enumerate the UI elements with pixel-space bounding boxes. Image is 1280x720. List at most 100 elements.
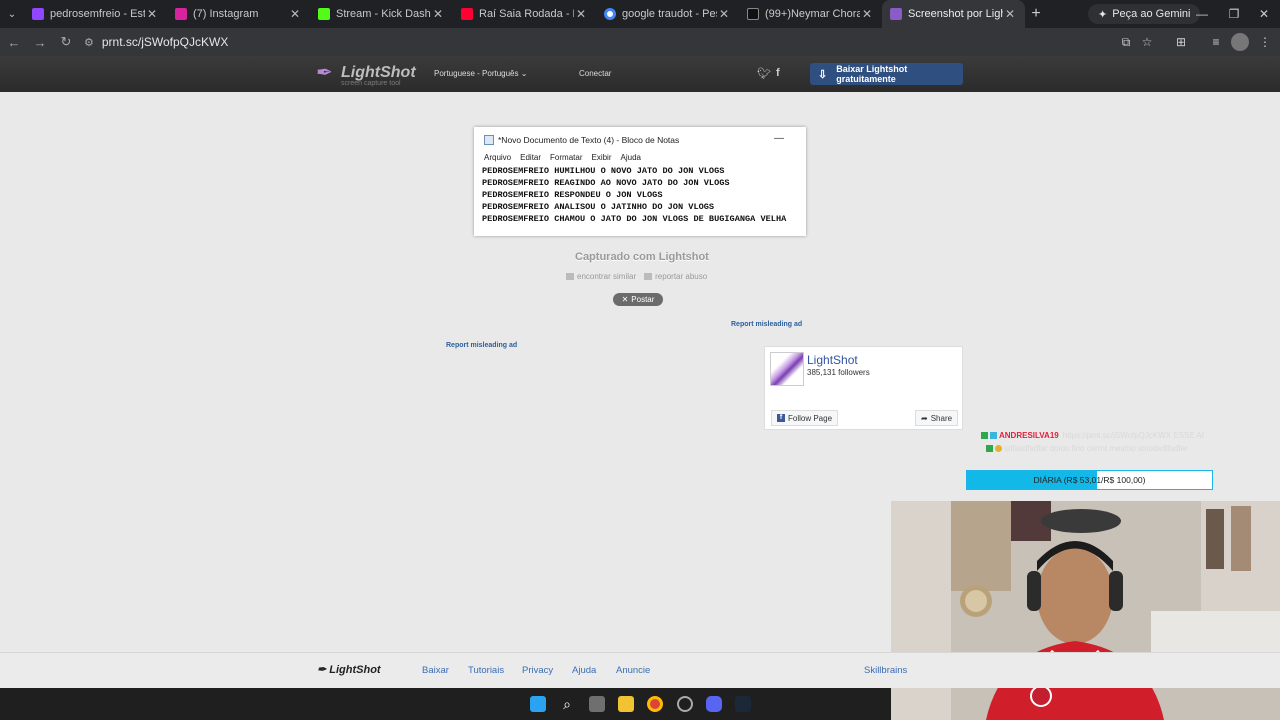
report-abuse-link[interactable]: reportar abuso: [644, 272, 707, 281]
tab-youtube[interactable]: Raí Saia Rodada - Lady Lau ✕: [453, 0, 596, 28]
text-line: PEDROSEMFREIO CHAMOU O JATO DO JON VLOGS…: [482, 214, 787, 224]
footer-link-tutorials[interactable]: Tutoriais: [468, 665, 504, 676]
badge-icon: [990, 432, 997, 439]
close-icon[interactable]: ✕: [288, 7, 302, 21]
close-icon[interactable]: ✕: [860, 7, 874, 21]
chevron-down-icon: ⌄: [520, 69, 528, 78]
login-link[interactable]: Conectar: [579, 69, 611, 78]
lightshot-icon: [890, 8, 902, 20]
notepad-icon: [484, 135, 494, 145]
task-view-icon[interactable]: [589, 696, 605, 712]
notepad-menu: Arquivo Editar Formatar Exibir Ajuda: [484, 153, 641, 162]
minimize-icon[interactable]: —: [1186, 0, 1218, 28]
tab-title: Raí Saia Rodada - Lady Lau: [479, 8, 574, 20]
twitter-icon[interactable]: 🐦︎: [757, 67, 771, 80]
follow-page-button[interactable]: f Follow Page: [771, 410, 839, 426]
minimize-icon: —: [774, 133, 784, 144]
menu-kebab-icon[interactable]: ⋮: [1256, 33, 1274, 51]
report-ad-link[interactable]: Report misleading ad: [446, 342, 517, 349]
youtube-icon: [461, 8, 473, 20]
search-icon[interactable]: ⌕: [559, 696, 575, 712]
report-ad-link[interactable]: Report misleading ad: [731, 321, 802, 328]
find-similar-link[interactable]: encontrar similar: [566, 272, 636, 281]
tab-search-icon[interactable]: ⌄: [0, 0, 24, 28]
share-button[interactable]: ➦ Share: [915, 410, 959, 426]
chat-message: sdfasdfsdfar doido fino carrnt mesmo stn…: [986, 444, 1188, 453]
text-line: PEDROSEMFREIO HUMILHOU O NOVO JATO DO JO…: [482, 166, 725, 176]
notepad-text: PEDROSEMFREIO HUMILHOU O NOVO JATO DO JO…: [482, 165, 786, 225]
close-icon[interactable]: ✕: [431, 7, 445, 21]
cast-icon[interactable]: ⧉: [1117, 33, 1135, 51]
reading-list-icon[interactable]: ≡: [1207, 33, 1225, 51]
footer-logo[interactable]: ✒ LightShot: [317, 663, 381, 676]
discord-icon[interactable]: [706, 696, 722, 712]
file-explorer-icon[interactable]: [618, 696, 634, 712]
facebook-icon[interactable]: f: [776, 67, 780, 79]
follower-count: 385,131 followers: [807, 368, 870, 377]
browser-toolbar: ← → ↻ ⚙ prnt.sc/jSWofpQJcKWX ⧉ ☆ ⊞ ≡ ⋮: [0, 28, 1280, 56]
footer-link-help[interactable]: Ajuda: [572, 665, 596, 676]
address-bar[interactable]: ⚙ prnt.sc/jSWofpQJcKWX: [84, 31, 1164, 53]
find-similar-label: encontrar similar: [577, 272, 637, 281]
back-icon[interactable]: ←: [2, 30, 26, 54]
page-name[interactable]: LightShot: [807, 353, 858, 367]
steam-icon[interactable]: [735, 696, 751, 712]
menu-item: Arquivo: [484, 153, 512, 162]
tab-kick[interactable]: Stream - Kick Dashboard ✕: [310, 0, 453, 28]
chat-text: https://prnt.sc/jSWofpQJcKWX ESSE AÍ: [1062, 431, 1204, 440]
menu-item: Formatar: [550, 153, 583, 162]
lightshot-logo[interactable]: ✒ LightShot screen capture tool: [316, 62, 416, 87]
kick-icon: [318, 8, 330, 20]
restore-icon[interactable]: ❐: [1218, 0, 1250, 28]
tiktok-icon: [747, 8, 759, 20]
twitch-icon: [32, 8, 44, 20]
text-line: PEDROSEMFREIO RESPONDEU O JON VLOGS: [482, 190, 663, 200]
badge-icon: [981, 432, 988, 439]
extensions-icon[interactable]: ⊞: [1172, 33, 1190, 51]
tab-tiktok[interactable]: (99+)Neymar Chorando no ✕: [739, 0, 882, 28]
tab-title: (99+)Neymar Chorando no: [765, 8, 860, 20]
tab-google[interactable]: google traudot - Pesquisa G ✕: [596, 0, 739, 28]
close-icon[interactable]: ✕: [574, 7, 588, 21]
footer-link-download[interactable]: Baixar: [422, 665, 449, 676]
page-avatar[interactable]: [770, 352, 804, 386]
facebook-icon: f: [777, 414, 785, 422]
chat-message: ANDRESILVA19 https://prnt.sc/jSWofpQJcKW…: [981, 431, 1204, 440]
skillbrains-link[interactable]: Skillbrains: [864, 665, 907, 676]
chat-text: sdfasdfsdfar doido fino carrnt mesmo stn…: [1004, 444, 1188, 453]
footer-link-advertise[interactable]: Anuncie: [616, 665, 650, 676]
download-icon: ⇩: [818, 68, 828, 81]
close-icon[interactable]: ✕: [145, 7, 159, 21]
x-icon: ✕: [621, 295, 629, 304]
site-info-icon[interactable]: ⚙: [84, 36, 94, 49]
chrome-icon[interactable]: [647, 696, 663, 712]
post-button[interactable]: ✕ Postar: [613, 293, 663, 306]
close-icon[interactable]: ✕: [1003, 7, 1017, 21]
report-abuse-label: reportar abuso: [655, 272, 708, 281]
windows-start-icon[interactable]: [530, 696, 546, 712]
new-tab-button[interactable]: +: [1025, 5, 1047, 23]
profile-avatar[interactable]: [1231, 33, 1249, 51]
close-icon[interactable]: ✕: [717, 7, 731, 21]
tab-instagram[interactable]: (7) Instagram ✕: [167, 0, 310, 28]
language-select[interactable]: Portuguese - Português ⌄: [434, 69, 527, 78]
gemini-button[interactable]: ✦ Peça ao Gemini: [1088, 4, 1201, 24]
share-icon: ➦: [921, 413, 928, 423]
menu-item: Editar: [520, 153, 542, 162]
post-label: Postar: [631, 295, 655, 304]
footer-logo-text: LightShot: [329, 664, 381, 676]
obs-icon[interactable]: [677, 696, 693, 712]
tab-title: pedrosemfreio - Estúdio de: [50, 8, 145, 20]
tab-twitch[interactable]: pedrosemfreio - Estúdio de ✕: [24, 0, 167, 28]
chat-username: ANDRESILVA19: [999, 431, 1059, 440]
window-close-icon[interactable]: ✕: [1248, 0, 1280, 28]
reload-icon[interactable]: ↻: [54, 30, 78, 54]
menu-item: Exibir: [591, 153, 612, 162]
forward-icon[interactable]: →: [28, 30, 52, 54]
text-line: PEDROSEMFREIO REAGINDO AO NOVO JATO DO J…: [482, 178, 730, 188]
gemini-label: Peça ao Gemini: [1112, 8, 1191, 20]
footer-link-privacy[interactable]: Privacy: [522, 665, 553, 676]
download-button[interactable]: ⇩ Baixar Lightshot gratuitamente: [810, 63, 963, 85]
tab-lightshot[interactable]: Screenshot por Lightshot ✕: [882, 0, 1025, 28]
bookmark-star-icon[interactable]: ☆: [1138, 33, 1156, 51]
